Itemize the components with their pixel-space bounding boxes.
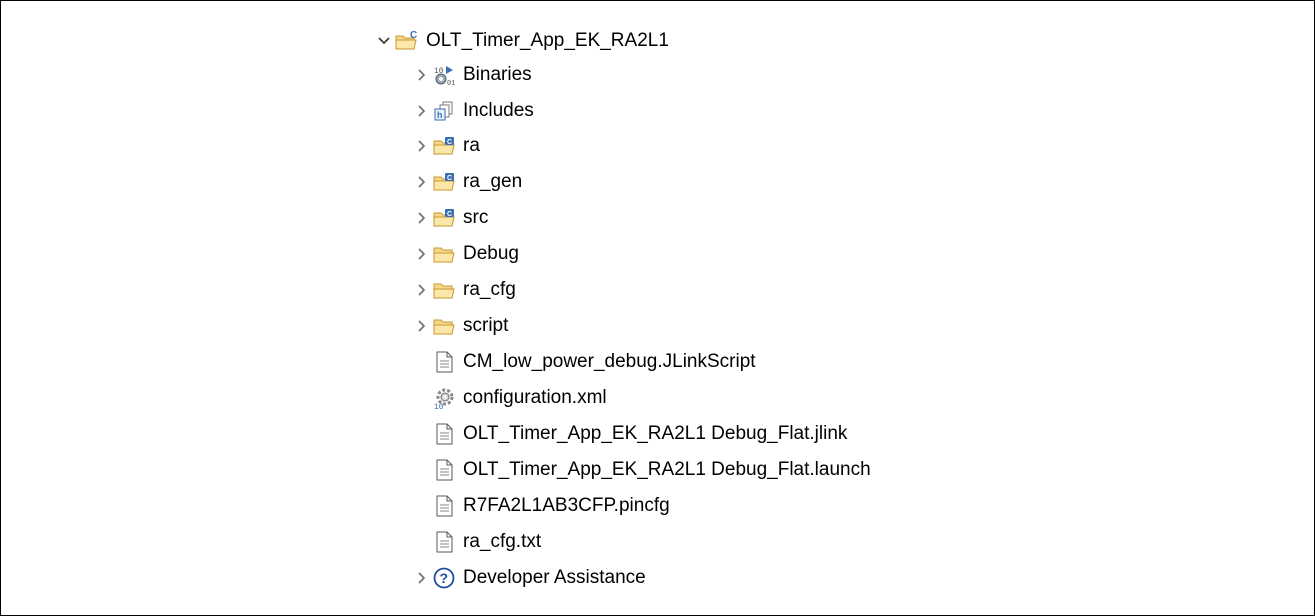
chevron-right-icon[interactable] — [412, 172, 432, 192]
tree-item-label: ra_cfg — [463, 279, 516, 300]
chevron-right-icon[interactable] — [412, 101, 432, 121]
tree-item-developer-assistance[interactable]: ? Developer Assistance — [412, 560, 646, 596]
file-icon — [432, 494, 456, 518]
chevron-down-icon[interactable] — [374, 31, 394, 51]
tree-item-label: configuration.xml — [463, 387, 607, 408]
project-tree: C OLT_Timer_App_EK_RA2L1 10 01 Binaries — [1, 1, 1314, 615]
svg-text:?: ? — [440, 570, 449, 586]
help-icon: ? — [432, 566, 456, 590]
tree-item-ra-cfg-txt-file[interactable]: ra_cfg.txt — [432, 524, 541, 560]
tree-item-binaries[interactable]: 10 01 Binaries — [412, 57, 532, 93]
tree-item-label: R7FA2L1AB3CFP.pincfg — [463, 495, 670, 516]
tree-item-label: Binaries — [463, 64, 532, 85]
tree-item-pincfg-file[interactable]: R7FA2L1AB3CFP.pincfg — [432, 488, 670, 524]
source-folder-icon: C — [432, 134, 456, 158]
folder-icon — [432, 242, 456, 266]
svg-text:h: h — [437, 110, 443, 120]
tree-item-label: OLT_Timer_App_EK_RA2L1 Debug_Flat.launch — [463, 459, 871, 480]
tree-item-label: Includes — [463, 100, 534, 121]
svg-text:C: C — [447, 139, 452, 146]
chevron-right-icon[interactable] — [412, 208, 432, 228]
tree-item-ra[interactable]: C ra — [412, 128, 480, 164]
tree-item-configuration-xml[interactable]: 10 configuration.xml — [432, 380, 607, 416]
tree-item-label: ra — [463, 135, 480, 156]
tree-item-ra-gen[interactable]: C ra_gen — [412, 164, 522, 200]
tree-item-project-root[interactable]: C OLT_Timer_App_EK_RA2L1 — [374, 23, 669, 59]
file-icon — [432, 530, 456, 554]
c-project-folder-icon: C — [394, 29, 418, 53]
project-explorer-panel: C OLT_Timer_App_EK_RA2L1 10 01 Binaries — [0, 0, 1315, 616]
tree-item-debug[interactable]: Debug — [412, 236, 519, 272]
tree-item-label: ra_cfg.txt — [463, 531, 542, 552]
chevron-right-icon[interactable] — [412, 136, 432, 156]
folder-icon — [432, 314, 456, 338]
tree-item-jlinkscript-file[interactable]: CM_low_power_debug.JLinkScript — [432, 344, 756, 380]
chevron-right-icon[interactable] — [412, 65, 432, 85]
tree-item-launch-file[interactable]: OLT_Timer_App_EK_RA2L1 Debug_Flat.launch — [432, 452, 871, 488]
chevron-right-icon[interactable] — [412, 568, 432, 588]
chevron-right-icon[interactable] — [412, 244, 432, 264]
tree-item-label: Developer Assistance — [463, 567, 646, 588]
tree-item-ra-cfg[interactable]: ra_cfg — [412, 272, 516, 308]
binaries-icon: 10 01 — [432, 63, 456, 87]
tree-item-jlink-file[interactable]: OLT_Timer_App_EK_RA2L1 Debug_Flat.jlink — [432, 416, 847, 452]
tree-item-script[interactable]: script — [412, 308, 508, 344]
folder-icon — [432, 278, 456, 302]
tree-item-label: CM_low_power_debug.JLinkScript — [463, 351, 756, 372]
svg-text:C: C — [447, 211, 452, 218]
svg-text:C: C — [447, 175, 452, 182]
tree-item-label: OLT_Timer_App_EK_RA2L1 — [426, 30, 669, 51]
file-icon — [432, 350, 456, 374]
tree-item-includes[interactable]: h Includes — [412, 93, 534, 129]
svg-text:01: 01 — [447, 80, 455, 87]
includes-icon: h — [432, 99, 456, 123]
tree-item-label: ra_gen — [463, 171, 523, 192]
configuration-gear-icon: 10 — [432, 386, 456, 410]
chevron-right-icon[interactable] — [412, 280, 432, 300]
tree-item-label: Debug — [463, 243, 519, 264]
tree-item-label: src — [463, 207, 489, 228]
source-folder-icon: C — [432, 170, 456, 194]
chevron-right-icon[interactable] — [412, 316, 432, 336]
svg-text:C: C — [410, 30, 417, 41]
file-icon — [432, 422, 456, 446]
svg-text:10: 10 — [434, 403, 444, 410]
source-folder-icon: C — [432, 206, 456, 230]
tree-item-src[interactable]: C src — [412, 200, 488, 236]
tree-item-label: script — [463, 315, 509, 336]
tree-item-label: OLT_Timer_App_EK_RA2L1 Debug_Flat.jlink — [463, 423, 848, 444]
file-icon — [432, 458, 456, 482]
